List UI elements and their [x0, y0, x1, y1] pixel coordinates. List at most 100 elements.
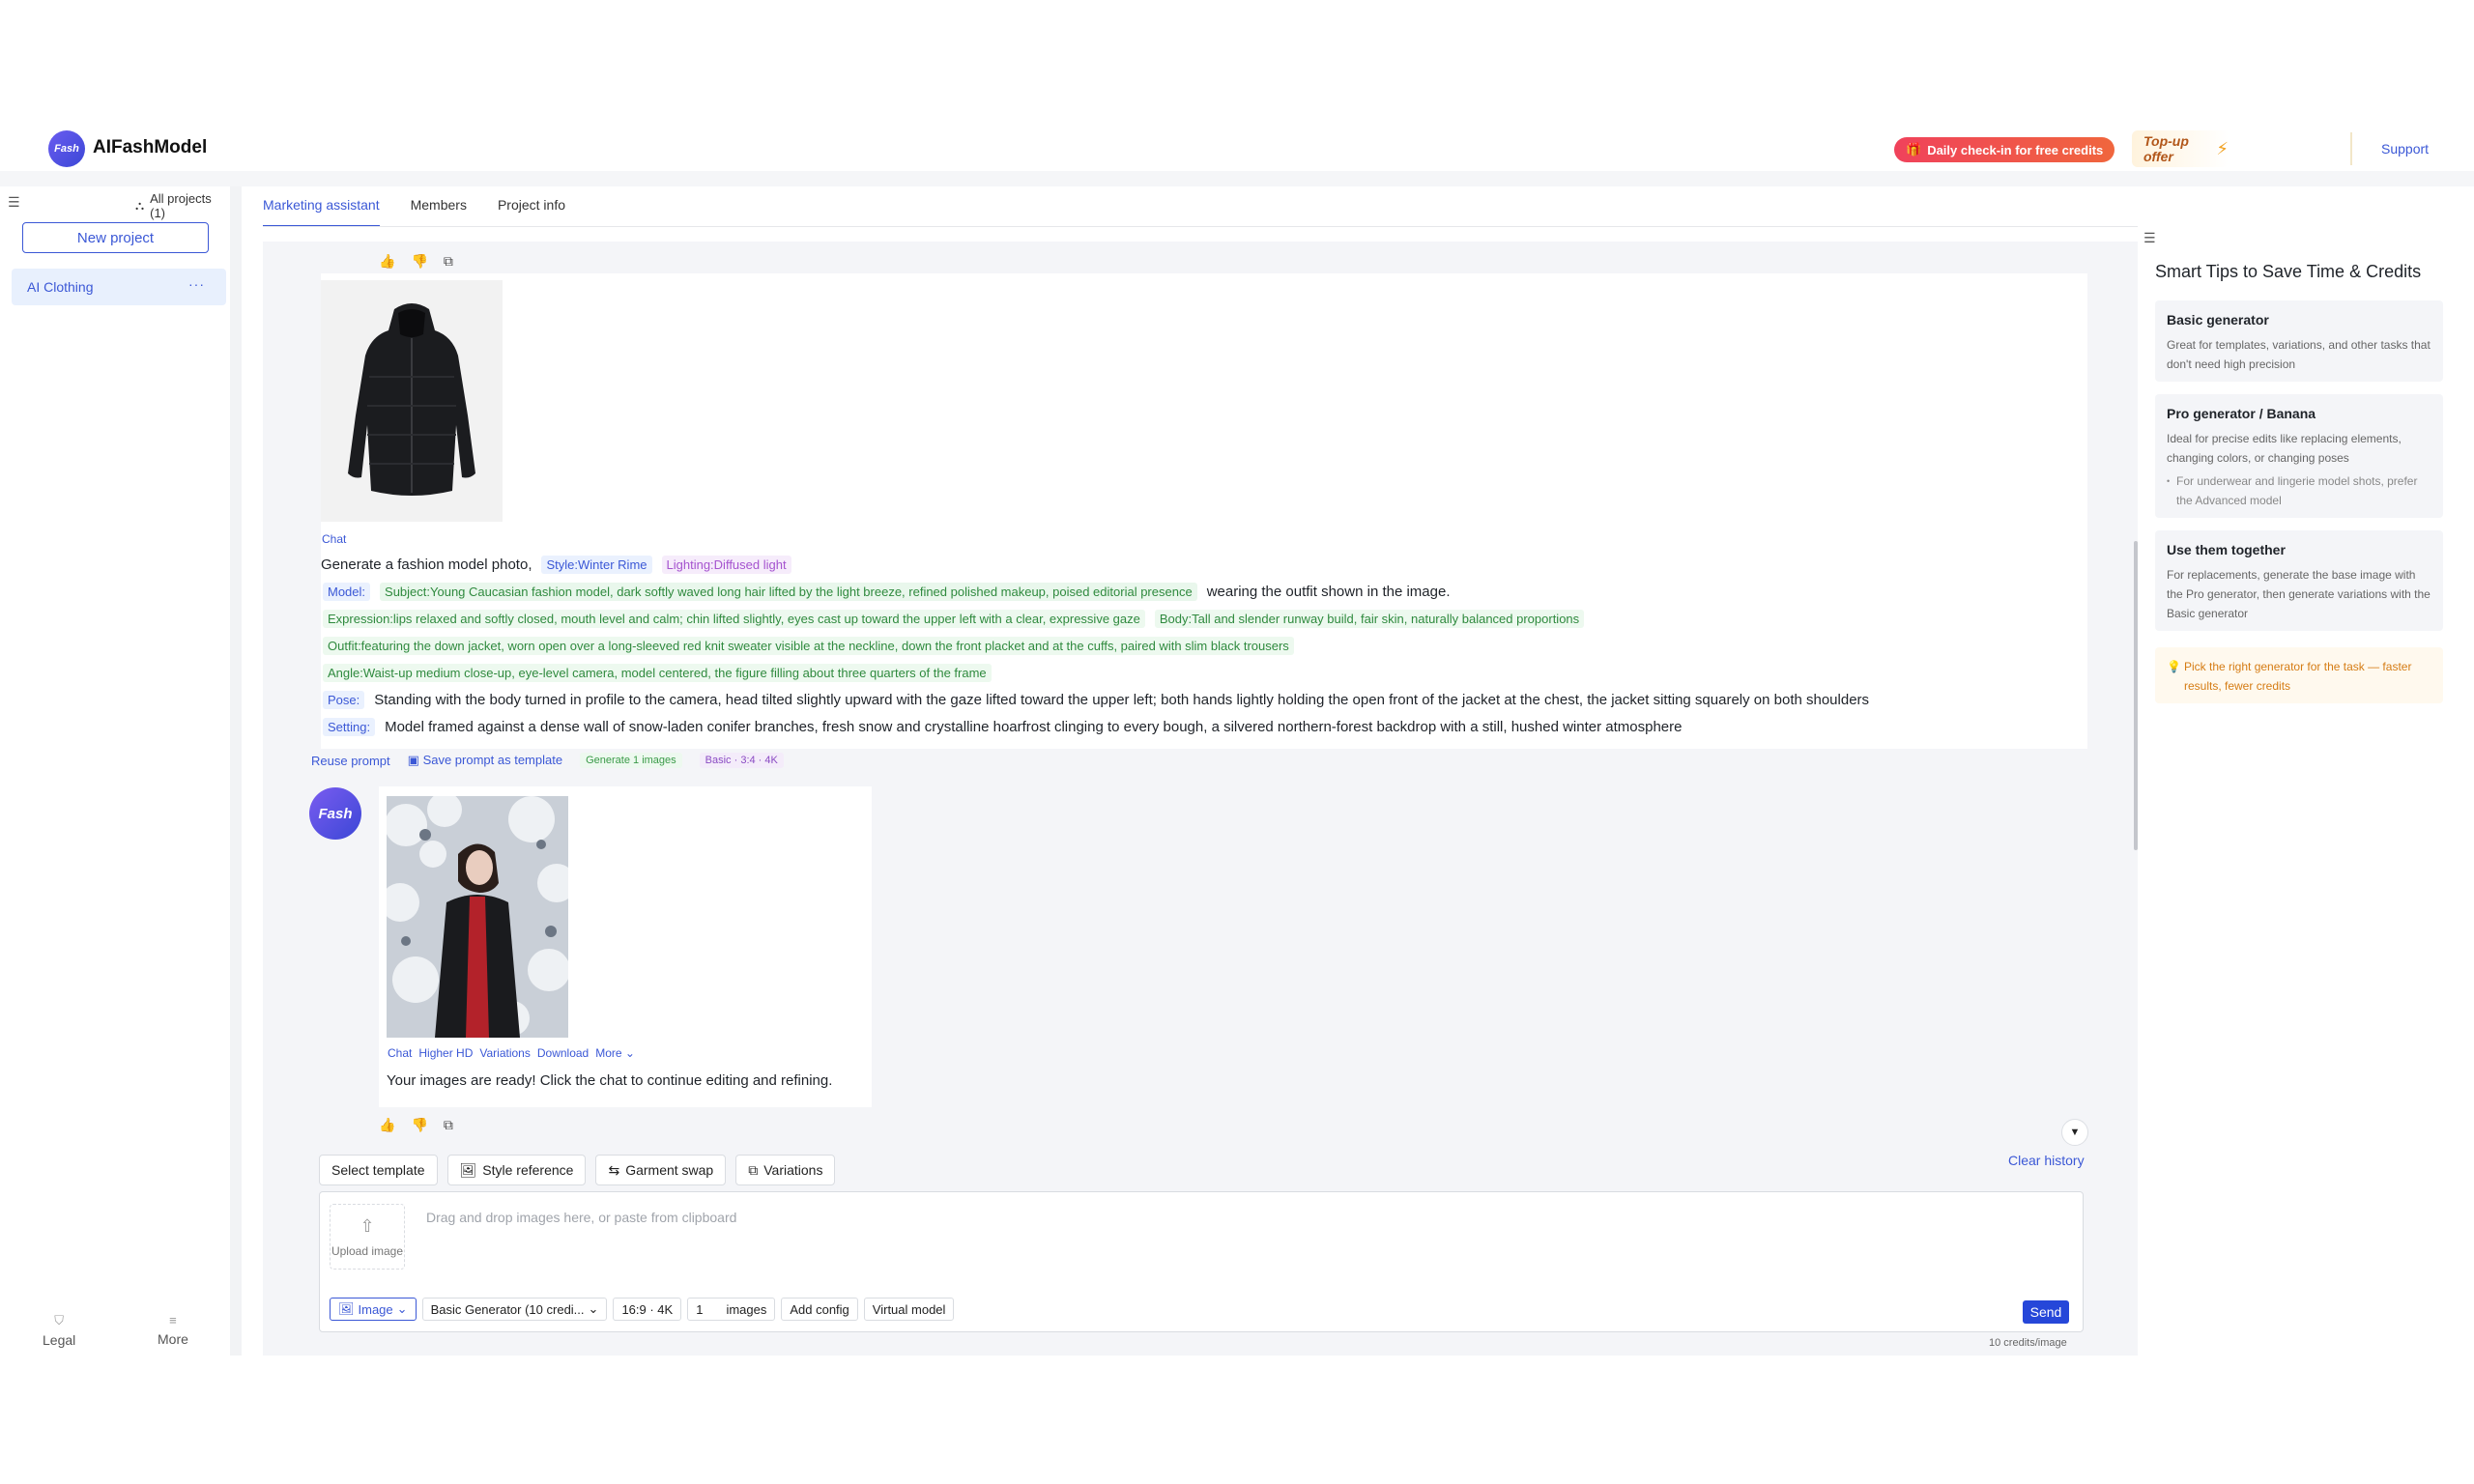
- wearing-text: wearing the outfit shown in the image.: [1206, 584, 1451, 600]
- garment-swap-button[interactable]: ⇆ Garment swap: [595, 1155, 727, 1185]
- thumbs-up-icon[interactable]: 👍: [379, 253, 395, 270]
- more-nav[interactable]: ≡ More: [158, 1313, 188, 1347]
- bot-message-text: Your images are ready! Click the chat to…: [387, 1072, 833, 1089]
- sidebar-item-ai-clothing[interactable]: AI Clothing ···: [12, 269, 226, 305]
- generated-image[interactable]: [387, 796, 568, 1038]
- prompt-line-setting: Setting: Model framed against a dense wa…: [323, 718, 1682, 736]
- add-config-button[interactable]: Add config: [781, 1298, 858, 1321]
- tip-title: Use them together: [2167, 542, 2286, 557]
- lighting-tag[interactable]: Lighting:Diffused light: [661, 556, 791, 574]
- style-reference-button[interactable]: 🖼 Style reference: [446, 1155, 587, 1185]
- chat-link[interactable]: Chat: [322, 532, 346, 546]
- save-template-link[interactable]: ▣ Save prompt as template: [408, 753, 562, 768]
- tab-members[interactable]: Members: [411, 188, 467, 227]
- mode-select[interactable]: 🖼 Image ⌄: [330, 1298, 417, 1321]
- more-icon[interactable]: ···: [188, 276, 205, 292]
- arrow-down-icon: ▼: [2069, 1127, 2081, 1138]
- upload-icon: ⇧: [360, 1215, 375, 1236]
- daily-checkin-button[interactable]: 🎁 Daily check-in for free credits: [1894, 137, 2115, 162]
- virtual-model-button[interactable]: Virtual model: [863, 1298, 955, 1321]
- logo[interactable]: Fash: [48, 130, 85, 167]
- logo-text: Fash: [54, 143, 79, 155]
- body-tag[interactable]: Body:Tall and slender runway build, fair…: [1154, 610, 1585, 628]
- outfit-tag[interactable]: Outfit:featuring the down jacket, worn o…: [323, 637, 1294, 655]
- generation-config-row: 🖼 Image ⌄ Basic Generator (10 credi... ⌄ 16…: [330, 1298, 955, 1321]
- send-button[interactable]: Send: [2023, 1300, 2069, 1324]
- more-dropdown-label: More: [595, 1046, 622, 1060]
- left-sidebar: ☰ ⛬ All projects (1) New project AI Clot…: [0, 186, 230, 1356]
- all-projects-filter[interactable]: ⛬ All projects (1): [135, 191, 230, 220]
- tips-panel-toggle-icon[interactable]: ☰: [2143, 230, 2156, 246]
- more-dropdown[interactable]: More ⌄: [595, 1046, 635, 1060]
- top-header: Fash AIFashModel 🎁 Daily check-in for fr…: [0, 127, 2474, 171]
- swap-icon: ⇆: [608, 1161, 620, 1178]
- thumbs-down-icon[interactable]: 👎: [411, 253, 427, 270]
- prompt-line-outfit: Outfit:featuring the down jacket, worn o…: [323, 637, 1294, 655]
- legal-nav[interactable]: ⛉ Legal: [43, 1313, 75, 1348]
- tab-project-info[interactable]: Project info: [498, 188, 565, 227]
- result-chat-link[interactable]: Chat: [388, 1046, 412, 1060]
- variations-button[interactable]: ⧉ Variations: [735, 1155, 836, 1185]
- upload-image-button[interactable]: ⇧ Upload image: [330, 1204, 405, 1270]
- more-label: More: [158, 1331, 188, 1347]
- clear-history-link[interactable]: Clear history: [2008, 1153, 2085, 1168]
- header-shadow-band: [0, 171, 2474, 186]
- thumbs-up-icon[interactable]: 👍: [379, 1117, 395, 1133]
- tip-title: Pro generator / Banana: [2167, 406, 2316, 421]
- credits-per-image: 10 credits/image: [1989, 1337, 2067, 1349]
- uploaded-garment-image[interactable]: [321, 280, 503, 522]
- select-template-button[interactable]: Select template: [319, 1155, 438, 1185]
- tab-marketing-assistant[interactable]: Marketing assistant: [263, 188, 380, 227]
- tip-body: For replacements, generate the base imag…: [2167, 568, 2431, 620]
- result-actions: Chat Higher HD Variations Download More …: [388, 1046, 635, 1060]
- generator-label: Basic Generator (10 credi...: [430, 1301, 585, 1317]
- down-jacket-image: [321, 280, 503, 522]
- tip-card-pro: Pro generator / Banana Ideal for precise…: [2155, 394, 2443, 518]
- message-feedback-top: 👍 👎 ⧉: [379, 253, 453, 270]
- style-tag[interactable]: Style:Winter Rime: [541, 556, 652, 574]
- generator-select[interactable]: Basic Generator (10 credi... ⌄: [421, 1298, 608, 1321]
- copy-icon[interactable]: ⧉: [444, 1117, 453, 1133]
- generated-model-photo: [387, 796, 568, 1038]
- projects-icon: ⛬: [135, 198, 145, 213]
- subject-tag[interactable]: Subject:Young Caucasian fashion model, d…: [380, 583, 1197, 601]
- ratio-select[interactable]: 16:9 · 4K: [613, 1298, 682, 1321]
- chat-scrollbar[interactable]: [2134, 541, 2138, 850]
- shield-icon: ⛉: [54, 1313, 65, 1327]
- prompt-input[interactable]: Drag and drop images here, or paste from…: [426, 1210, 736, 1225]
- prompt-line-pose: Pose: Standing with the body turned in p…: [323, 691, 1869, 709]
- all-projects-label: All projects (1): [150, 191, 212, 220]
- copy-icon[interactable]: ⧉: [444, 253, 453, 270]
- expression-tag[interactable]: Expression:lips relaxed and softly close…: [323, 610, 1145, 628]
- prompt-actions: Reuse prompt ▣ Save prompt as template G…: [311, 753, 784, 768]
- bot-avatar: Fash: [309, 787, 361, 840]
- thumbs-down-icon[interactable]: 👎: [411, 1117, 427, 1133]
- support-link[interactable]: Support: [2381, 141, 2429, 157]
- select-template-label: Select template: [331, 1162, 425, 1178]
- tip-card-together: Use them together For replacements, gene…: [2155, 530, 2443, 631]
- sidebar-collapse-icon[interactable]: ☰: [8, 194, 20, 211]
- higher-hd-link[interactable]: Higher HD: [418, 1046, 473, 1060]
- save-icon: ▣: [407, 753, 423, 767]
- style-reference-label: Style reference: [482, 1162, 574, 1178]
- brand-name[interactable]: AIFashModel: [93, 137, 207, 158]
- variations-label: Variations: [763, 1162, 823, 1178]
- scroll-to-bottom-button[interactable]: ▼: [2061, 1119, 2088, 1146]
- download-link[interactable]: Download: [537, 1046, 589, 1060]
- image-count-input[interactable]: 1 images: [687, 1298, 776, 1321]
- reuse-prompt-link[interactable]: Reuse prompt: [311, 754, 390, 768]
- project-label: AI Clothing: [27, 279, 94, 295]
- prompt-line-intro: Generate a fashion model photo, Style:Wi…: [321, 556, 791, 574]
- angle-tag[interactable]: Angle:Waist-up medium close-up, eye-leve…: [323, 664, 992, 682]
- variations-link[interactable]: Variations: [479, 1046, 530, 1060]
- composer-toolbar: Select template 🖼 Style reference ⇆ Garmen…: [319, 1155, 836, 1185]
- topup-label: Top-up offer: [2143, 133, 2189, 164]
- new-project-button[interactable]: New project: [22, 222, 209, 253]
- topup-offer-button[interactable]: Top-up offer ⚡: [2132, 130, 2229, 167]
- pose-label: Pose:: [323, 691, 365, 709]
- model-label: Model:: [323, 583, 371, 601]
- image-icon: 🖼: [459, 1161, 477, 1178]
- chevron-down-icon: ⌄: [396, 1301, 408, 1316]
- tip-card-basic: Basic generator Great for templates, var…: [2155, 300, 2443, 382]
- pose-text: Standing with the body turned in profile…: [374, 692, 1870, 708]
